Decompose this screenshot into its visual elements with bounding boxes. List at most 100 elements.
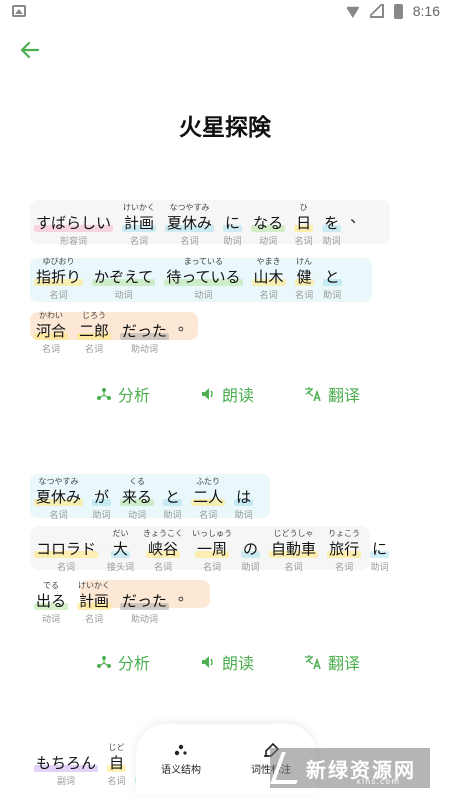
- part-of-speech-label: 助词: [322, 237, 341, 247]
- part-of-speech-label: 助词: [241, 563, 260, 573]
- no-signal-icon: [369, 4, 384, 18]
- part-of-speech-label: 名词: [42, 345, 61, 355]
- word-token[interactable]: と助词: [163, 476, 183, 522]
- furigana: なつやすみ: [38, 477, 79, 486]
- word-token[interactable]: ふたり 二人 名词: [191, 476, 226, 522]
- word-text: 自動車: [269, 540, 319, 558]
- part-of-speech-label: 接头词: [107, 563, 135, 573]
- word-token[interactable]: に助词: [223, 202, 243, 248]
- word-text: と: [163, 488, 183, 506]
- word-token[interactable]: けいかく 計画 名词: [122, 202, 157, 248]
- translate-button[interactable]: 翻译: [304, 650, 360, 674]
- translate-label: 翻译: [328, 654, 361, 673]
- word-token[interactable]: でる 出る 动词: [34, 580, 69, 626]
- word-text: 来る: [120, 488, 155, 506]
- part-of-speech-label: 名词: [85, 615, 104, 625]
- read-button[interactable]: 朗读: [200, 382, 254, 406]
- part-of-speech-label: 助动词: [131, 345, 159, 355]
- sentence-line: すばらしい 形容词 けいかく 計画 名词 なつやすみ 夏休み 名词に助词 なる 动词ひ日名词を助词…: [34, 196, 374, 248]
- word-token[interactable]: じどうしゃ 自動車 名词: [269, 528, 319, 574]
- word-text: 大: [111, 540, 131, 558]
- word-token[interactable]: じろう 二郎 名词: [77, 310, 112, 356]
- read-label: 朗读: [222, 386, 255, 405]
- part-of-speech-label: 名词: [259, 291, 278, 301]
- word-token[interactable]: きょうこく 峡谷 名词: [143, 528, 183, 574]
- word-token[interactable]: を助词: [322, 202, 342, 248]
- part-of-speech-label: 名词: [85, 345, 104, 355]
- analyze-button[interactable]: 分析: [96, 382, 150, 406]
- furigana: じろう: [82, 311, 107, 320]
- word-token[interactable]: やまき 山木 名词: [251, 256, 286, 302]
- word-text: だった: [120, 322, 170, 340]
- word-token[interactable]: もちろん 副词: [34, 742, 99, 788]
- word-token[interactable]: に助词: [370, 528, 390, 574]
- wifi-icon: [345, 6, 360, 18]
- part-of-speech-label: 名词: [57, 563, 76, 573]
- word-token[interactable]: は助词: [234, 476, 254, 522]
- word-token[interactable]: ひ日名词: [294, 202, 314, 248]
- word-token[interactable]: すばらしい 形容词: [34, 202, 114, 248]
- sentence-line: でる 出る 动词 けいかく 計画 名词 だった 助动词。: [34, 574, 202, 626]
- read-button[interactable]: 朗读: [200, 650, 254, 674]
- word-text: が: [92, 488, 112, 506]
- analyze-icon: [97, 656, 111, 668]
- word-token[interactable]: が助词: [92, 476, 112, 522]
- furigana: いっしゅう: [192, 529, 233, 538]
- word-text: コロラド: [34, 540, 99, 558]
- word-token[interactable]: くる 来る 动词: [120, 476, 155, 522]
- furigana: やまき: [256, 257, 281, 266]
- furigana: くる: [129, 477, 145, 486]
- furigana: ふたり: [196, 477, 221, 486]
- part-of-speech-label: 助词: [163, 511, 182, 521]
- word-token[interactable]: なつやすみ 夏休み 名词: [165, 202, 215, 248]
- watermark: 新绿资源网 xlhs.com: [270, 748, 430, 788]
- speaker-icon: [202, 656, 213, 668]
- word-token[interactable]: だった 助动词: [120, 580, 170, 626]
- punctuation: 。: [178, 316, 194, 334]
- semantic-structure-button[interactable]: 语义结构: [161, 743, 201, 776]
- word-text: の: [241, 540, 261, 558]
- furigana: じど: [108, 743, 125, 752]
- word-text: 計画: [122, 214, 157, 232]
- word-text: 峡谷: [146, 540, 181, 558]
- punctuation: 。: [178, 586, 194, 604]
- furigana: りょこう: [328, 529, 361, 538]
- furigana: けん: [296, 257, 313, 266]
- word-token[interactable]: なつやすみ 夏休み 名词: [34, 476, 84, 522]
- word-token[interactable]: かぞえて 动词: [92, 256, 156, 302]
- word-token[interactable]: けいかく 計画 名词: [77, 580, 112, 626]
- part-of-speech-label: 助词: [223, 237, 242, 247]
- semantic-structure-label: 语义结构: [161, 764, 201, 776]
- word-token[interactable]: だった 助动词: [120, 310, 170, 356]
- word-token[interactable]: なる 动词: [251, 202, 286, 248]
- furigana: ひ: [299, 203, 308, 212]
- word-token[interactable]: かわい 河合 名词: [34, 310, 69, 356]
- word-text: と: [322, 268, 342, 286]
- word-token[interactable]: と助词: [322, 256, 342, 302]
- word-text: 自: [107, 754, 127, 772]
- sentence-line: かわい 河合 名词 じろう 二郎 名词 だった 助动词。: [34, 304, 202, 356]
- word-text: に: [370, 540, 390, 558]
- analyze-button[interactable]: 分析: [96, 650, 150, 674]
- word-token[interactable]: ゆびおり 指折り 名词: [34, 256, 84, 302]
- word-token[interactable]: の助词: [241, 528, 261, 574]
- part-of-speech-label: 名词: [49, 511, 68, 521]
- part-of-speech-label: 助动词: [131, 615, 159, 625]
- word-token[interactable]: りょこう 旅行 名词: [327, 528, 362, 574]
- word-token[interactable]: まっている 待っている 动词: [164, 256, 243, 302]
- word-token[interactable]: いっしゅう 一周 名词: [192, 528, 232, 574]
- watermark-sub: xlhs.com: [356, 777, 400, 786]
- translate-icon: [305, 387, 321, 402]
- word-text: 健: [294, 268, 314, 286]
- word-text: なる: [251, 214, 286, 232]
- word-text: は: [234, 488, 254, 506]
- word-text: 旅行: [327, 540, 362, 558]
- translate-button[interactable]: 翻译: [304, 382, 360, 406]
- word-token[interactable]: コロラド 名词: [34, 528, 99, 574]
- word-token[interactable]: だい大接头词: [107, 528, 134, 574]
- gallery-icon: [12, 5, 26, 17]
- part-of-speech-label: 名词: [154, 563, 173, 573]
- back-button[interactable]: [16, 36, 44, 64]
- word-token[interactable]: けん健名词: [294, 256, 314, 302]
- word-token[interactable]: じど自名词: [107, 742, 127, 788]
